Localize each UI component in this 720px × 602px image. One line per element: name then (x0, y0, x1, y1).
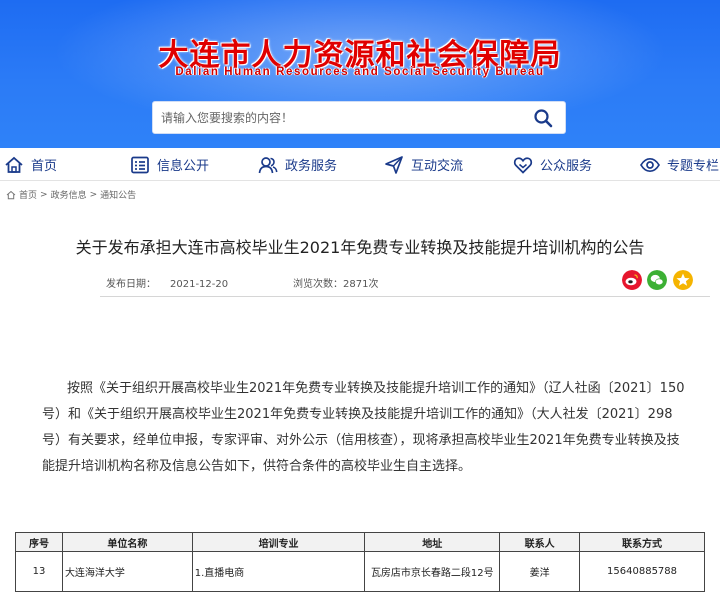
nav-item-interaction[interactable]: 互动交流 (384, 148, 463, 181)
weibo-icon[interactable] (622, 270, 642, 290)
table-header-cell: 单位名称 (61, 532, 193, 552)
wechat-icon[interactable] (647, 270, 667, 290)
nav-label-special-topics: 专题专栏 (667, 159, 720, 174)
nav-item-home[interactable]: 首页 (4, 148, 57, 181)
table-cell-index: 13 (15, 551, 63, 592)
publish-date: 发布日期： 2021-12-20 (106, 275, 228, 290)
breadcrumb-notices[interactable]: 通知公告 (100, 188, 136, 201)
home-icon (5, 156, 23, 173)
main-nav: 首页 信息公开 政务服务 互动交流 公众服务 专题专栏 (0, 148, 720, 181)
nav-item-gov-service[interactable]: 政务服务 (258, 148, 337, 181)
send-icon (385, 155, 403, 174)
nav-item-info-public[interactable]: 信息公开 (130, 148, 209, 181)
nav-label-info-public: 信息公开 (157, 159, 210, 174)
nav-label-interaction: 互动交流 (411, 159, 464, 174)
search-input[interactable] (161, 102, 521, 133)
table-header-cell: 地址 (364, 532, 501, 552)
nav-item-public-service[interactable]: 公众服务 (513, 148, 592, 181)
breadcrumb-gov-info[interactable]: 政务信息 (51, 188, 87, 201)
table-header-row: 序号 单位名称 培训专业 地址 联系人 联系方式 (15, 532, 705, 552)
qzone-icon[interactable] (673, 270, 693, 290)
publish-date-value: 2021-12-20 (170, 279, 229, 290)
breadcrumb-home-icon (6, 190, 16, 199)
table-row: 13 大连海洋大学 1.直播电商 瓦房店市京长春路二段12号 姜洋 156408… (15, 551, 705, 592)
table-header-cell: 序号 (15, 532, 63, 552)
table-cell-org: 大连海洋大学 (61, 551, 193, 592)
institution-table: 序号 单位名称 培训专业 地址 联系人 联系方式 13 大连海洋大学 1.直播电… (15, 532, 705, 592)
nav-label-gov-service: 政务服务 (285, 159, 338, 174)
nav-label-public-service: 公众服务 (540, 159, 593, 174)
table-cell-address: 瓦房店市京长春路二段12号 (364, 551, 501, 592)
table-cell-major: 1.直播电商 (191, 551, 366, 592)
nav-item-special-topics[interactable]: 专题专栏 (640, 148, 719, 181)
article-title: 关于发布承担大连市高校毕业生2021年免费专业转换及技能提升培训机构的公告 (75, 238, 645, 257)
view-count: 浏览次数：2871次 (293, 275, 378, 290)
eye-icon (640, 157, 660, 172)
table-header-cell: 培训专业 (191, 532, 366, 552)
breadcrumb-separator: > (89, 189, 98, 200)
views-value: 2871次 (343, 279, 379, 290)
meta-divider (100, 296, 710, 297)
people-icon (258, 156, 278, 173)
table-header-cell: 联系人 (499, 532, 581, 552)
breadcrumb-separator: > (40, 189, 48, 200)
table-cell-contact: 姜洋 (499, 551, 581, 592)
publish-label: 发布日期： (106, 279, 156, 290)
article-body: 按照《关于组织开展高校毕业生2021年免费专业转换及技能提升培训工作的通知》（辽… (42, 381, 685, 474)
heart-icon (513, 156, 533, 174)
table-cell-phone: 15640885788 (579, 551, 705, 592)
views-label: 浏览次数： (293, 279, 343, 290)
breadcrumb: 首页 > 政务信息 > 通知公告 (6, 188, 136, 201)
nav-label-home: 首页 (31, 159, 58, 174)
list-icon (131, 156, 149, 173)
breadcrumb-home[interactable]: 首页 (19, 188, 37, 201)
site-subtitle: Dalian Human Resources and Social Securi… (175, 66, 545, 78)
site-header: 大连市人力资源和社会保障局 Dalian Human Resources and… (0, 0, 720, 148)
search-box (152, 101, 566, 134)
search-icon[interactable] (533, 108, 553, 128)
table-header-cell: 联系方式 (579, 532, 705, 552)
